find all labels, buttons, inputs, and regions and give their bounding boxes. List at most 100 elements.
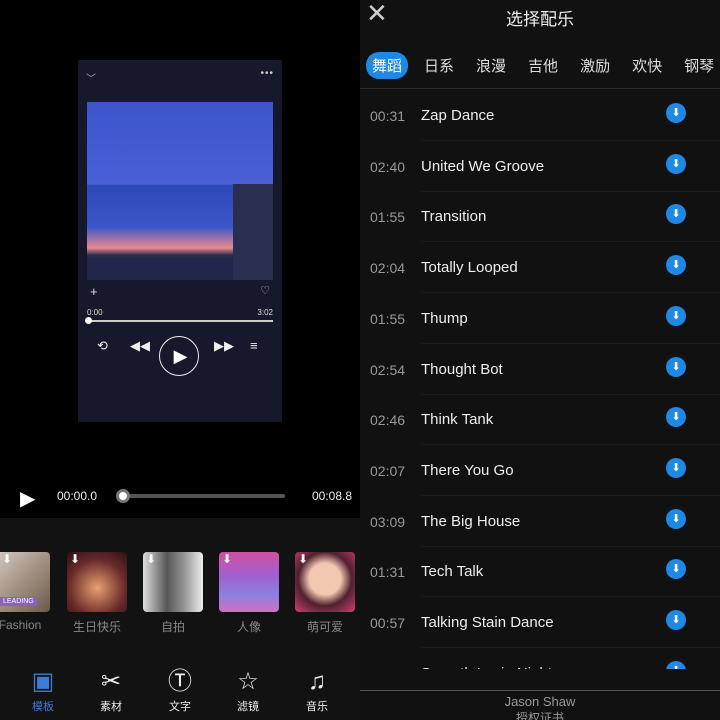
- track-duration: 02:40: [370, 158, 406, 175]
- row-divider: [421, 545, 720, 547]
- download-icon[interactable]: ⬇: [666, 204, 686, 225]
- row-divider: [421, 494, 720, 496]
- track-row[interactable]: 02:46 Think Tank ⬇: [360, 405, 720, 455]
- track-row[interactable]: 01:31 Tech Talk ⬇: [360, 557, 720, 607]
- download-icon[interactable]: ⬇: [666, 559, 686, 580]
- text-icon: Ⓣ: [168, 668, 192, 695]
- tab-filter[interactable]: ☆ 滤镜: [218, 668, 278, 714]
- track-row[interactable]: 02:07 There You Go ⬇: [360, 456, 720, 506]
- track-duration: 02:46: [370, 412, 406, 429]
- track-name: Transition: [421, 208, 487, 226]
- music-note-icon: ♫: [308, 668, 326, 695]
- track-end-time: 3:02: [257, 308, 273, 317]
- track-name: Smooth Lovin Night: [421, 665, 552, 669]
- row-divider: [421, 596, 720, 598]
- license-link[interactable]: 授权证书: [360, 709, 720, 720]
- magic-wand-icon: ☆: [237, 668, 259, 695]
- timeline-scrubber-handle[interactable]: [116, 489, 130, 503]
- track-name: There You Go: [421, 461, 514, 479]
- chevron-down-icon: ﹀: [86, 74, 96, 85]
- category-tab[interactable]: 吉他: [522, 52, 564, 79]
- category-tab[interactable]: 欢快: [626, 52, 668, 79]
- artist-name: Jason Shaw: [504, 694, 576, 709]
- template-label: 人像: [236, 620, 261, 634]
- track-name: Thought Bot: [421, 360, 503, 378]
- tab-template[interactable]: ▣ 模板: [13, 668, 73, 714]
- timeline-scrubber[interactable]: [120, 494, 285, 498]
- tab-material[interactable]: ✂ 素材: [81, 668, 141, 714]
- play-icon: ▶: [159, 336, 199, 376]
- category-tabs: 舞蹈 日系 浪漫 吉他 激励 欢快 钢琴: [366, 52, 720, 79]
- plus-icon: +: [90, 284, 98, 299]
- download-icon[interactable]: ⬇: [666, 356, 686, 377]
- download-icon: ⬇: [2, 552, 13, 566]
- timeline-play-button[interactable]: ▶: [20, 486, 35, 511]
- track-row[interactable]: 00:57 Talking Stain Dance ⬇: [360, 608, 720, 658]
- row-divider: [421, 140, 720, 141]
- repeat-icon: ⟲: [97, 338, 108, 353]
- music-picker-panel: ✕ 选择配乐 舞蹈 日系 浪漫 吉他 激励 欢快 钢琴 00:31 Zap Da…: [360, 0, 720, 720]
- download-icon[interactable]: ⬇: [666, 457, 686, 478]
- track-row[interactable]: 03:09 The Big House ⬇: [360, 507, 720, 557]
- scissors-icon: ✂: [100, 668, 122, 695]
- tab-music[interactable]: ♫ 音乐: [287, 668, 347, 714]
- track-row[interactable]: 01:55 Transition ⬇: [360, 202, 720, 252]
- track-row[interactable]: 01:55 Thump ⬇: [360, 304, 720, 354]
- download-icon[interactable]: ⬇: [666, 103, 686, 123]
- track-name: Talking Stain Dance: [421, 614, 554, 631]
- track-row[interactable]: 01:51 Smooth Lovin Night ⬇: [360, 659, 720, 669]
- download-icon[interactable]: ⬇: [666, 610, 686, 630]
- download-icon[interactable]: ⬇: [666, 407, 686, 428]
- template-thumb-selfie[interactable]: ⬇: [143, 552, 203, 612]
- track-row[interactable]: 02:40 United We Groove ⬇: [360, 152, 720, 202]
- category-tab[interactable]: 钢琴: [678, 52, 720, 79]
- template-icon: ▣: [31, 668, 55, 695]
- download-icon: ⬇: [70, 552, 81, 566]
- timeline-duration: 00:08.8: [312, 489, 353, 503]
- template-badge: LEADING: [0, 597, 37, 606]
- category-tab[interactable]: 舞蹈: [366, 52, 409, 79]
- track-name: Zap Dance: [421, 107, 495, 124]
- download-icon[interactable]: ⬇: [666, 305, 686, 326]
- download-icon: ⬇: [298, 552, 309, 566]
- download-icon: ⬇: [222, 552, 233, 566]
- template-thumb-portrait[interactable]: ⬇: [219, 552, 279, 612]
- download-icon[interactable]: ⬇: [666, 153, 686, 174]
- template-label: 自拍: [160, 620, 185, 634]
- track-row[interactable]: 02:04 Totally Looped ⬇: [360, 253, 720, 303]
- track-name: Thump: [421, 309, 468, 327]
- track-row[interactable]: 02:54 Thought Bot ⬇: [360, 355, 720, 405]
- track-row[interactable]: 00:31 Zap Dance ⬇: [360, 101, 720, 151]
- template-label: 萌可爱: [306, 620, 343, 634]
- track-duration: 01:55: [370, 209, 406, 226]
- template-thumb-cute[interactable]: ⬇: [295, 552, 355, 612]
- track-name: Tech Talk: [421, 563, 484, 581]
- track-list: 00:31 Zap Dance ⬇ 02:40 United We Groove…: [360, 89, 720, 669]
- category-tab[interactable]: 激励: [574, 52, 616, 79]
- more-icon: •••: [260, 68, 274, 79]
- row-divider: [421, 444, 720, 446]
- track-duration: 01:51: [370, 666, 405, 669]
- track-name: Think Tank: [421, 411, 494, 429]
- row-divider: [421, 342, 720, 344]
- download-icon[interactable]: ⬇: [666, 255, 686, 276]
- track-progress: [87, 320, 273, 322]
- editor-bottom-panel: ⬇ LEADING ⬇ ⬇ ⬇ ⬇ Fashion 生日快乐 自拍 人像 萌可爱…: [0, 518, 360, 720]
- tab-text[interactable]: Ⓣ 文字: [150, 668, 210, 714]
- track-duration: 00:31: [370, 108, 406, 124]
- track-duration: 00:57: [370, 615, 406, 631]
- category-tab[interactable]: 日系: [418, 52, 460, 79]
- row-divider: [421, 393, 720, 395]
- template-thumb-fashion[interactable]: ⬇ LEADING: [0, 552, 50, 612]
- license-footer: Jason Shaw 授权证书: [360, 690, 720, 720]
- heart-icon: ♡: [260, 285, 270, 297]
- download-icon[interactable]: ⬇: [666, 660, 686, 669]
- track-duration: 02:07: [370, 462, 406, 479]
- download-icon[interactable]: ⬇: [666, 508, 686, 529]
- track-name: The Big House: [421, 512, 521, 530]
- row-divider: [421, 647, 720, 648]
- template-thumb-birthday[interactable]: ⬇: [67, 552, 127, 612]
- category-tab[interactable]: 浪漫: [470, 52, 512, 79]
- video-editor-panel: ﹀ ••• + ♡ 0:00 3:02 ⟲ ◀◀ ▶ ▶▶ ≡ ▶ 00:00.…: [0, 0, 360, 720]
- playlist-icon: ≡: [250, 338, 258, 353]
